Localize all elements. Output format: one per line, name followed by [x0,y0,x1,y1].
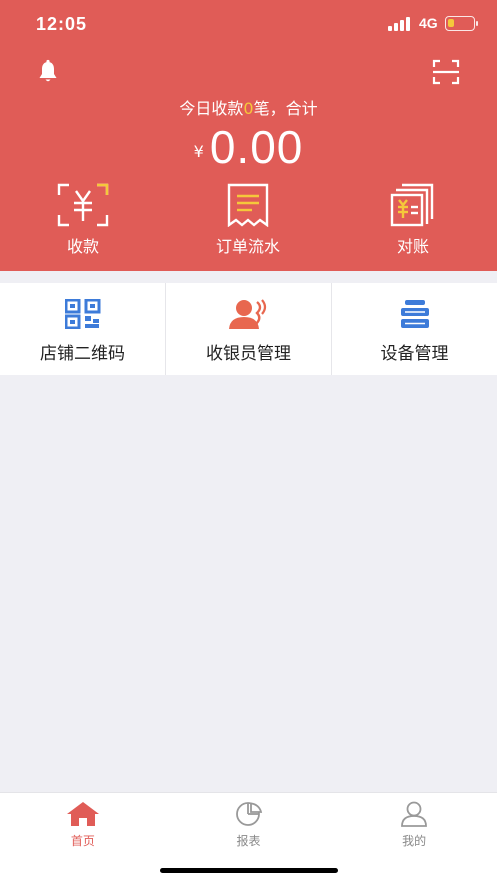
reconcile-label: 对账 [396,237,429,256]
reconcile-icon [390,183,434,227]
status-time: 12:05 [36,14,88,34]
device-management-button[interactable]: 设备管理 [332,283,497,375]
order-flow-label: 订单流水 [215,237,280,256]
tab-home-label: 首页 [70,834,95,848]
qr-code-icon [64,299,100,329]
tab-report-label: 报表 [236,834,261,848]
collect-payment-button[interactable]: 收款 [23,183,143,263]
function-grid: 店铺二维码 收银员管理 设备管理 [0,283,497,375]
amount-value: 0.00 [209,121,304,173]
order-count: 0 [243,99,254,118]
store-qr-code-label: 店铺二维码 [40,344,125,364]
header-panel: 12:05 4G 今日收款0笔，合计 ¥0.00 收款 订单流水 对账 [0,0,497,271]
battery-level [448,19,454,27]
order-flow-button[interactable]: 订单流水 [188,183,308,263]
collect-payment-label: 收款 [66,237,99,256]
total-amount: ¥0.00 [0,120,497,174]
cashier-icon [228,299,266,329]
currency-symbol: ¥ [193,142,204,161]
device-management-label: 设备管理 [380,344,449,364]
pie-chart-icon [235,802,262,826]
store-qr-code-button[interactable]: 店铺二维码 [0,283,166,375]
tab-mine[interactable]: 我的 [331,793,497,883]
cashier-management-button[interactable]: 收银员管理 [166,283,332,375]
device-icon [400,300,429,328]
user-icon [401,801,428,827]
signal-icon [388,17,414,31]
home-icon [66,802,99,826]
summary-prefix: 今日收款 [179,99,244,118]
receipt-icon [227,183,269,227]
battery-icon [445,16,478,31]
scan-icon[interactable] [432,59,460,85]
tab-home[interactable]: 首页 [0,793,166,883]
bell-icon[interactable] [35,59,61,85]
home-indicator [160,868,338,873]
status-bar: 12:05 4G [0,0,497,50]
yuan-scan-icon [57,183,109,227]
reconcile-button[interactable]: 对账 [353,183,473,263]
cashier-management-label: 收银员管理 [206,344,291,364]
tab-mine-label: 我的 [402,834,427,848]
summary-suffix: 笔，合计 [253,99,318,118]
network-type: 4G [419,15,438,31]
today-summary: 今日收款0笔，合计 [0,95,497,119]
